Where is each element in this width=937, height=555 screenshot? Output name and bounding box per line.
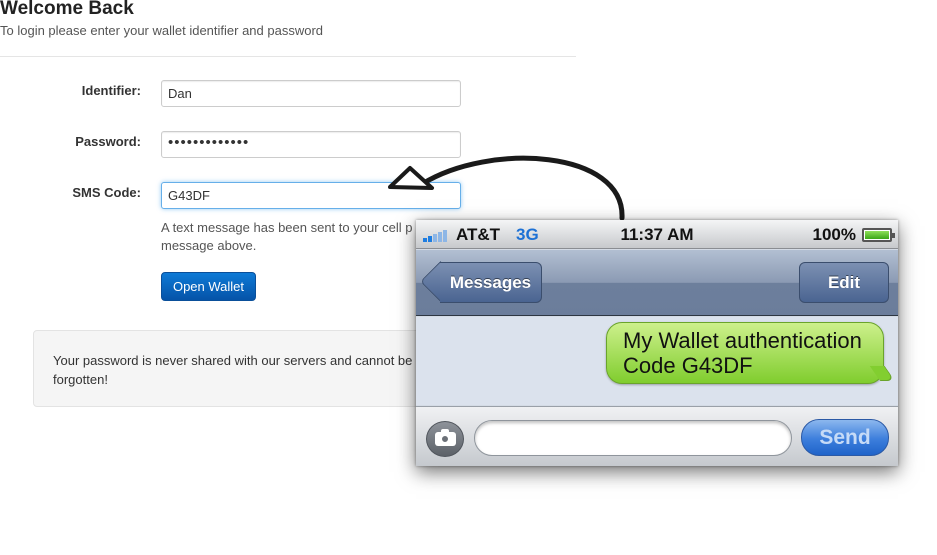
- conversation-area: My Wallet authentication Code G43DF: [416, 317, 898, 405]
- battery-icon: [862, 228, 895, 242]
- battery-percentage: 100%: [812, 225, 856, 244]
- message-input[interactable]: [474, 420, 792, 456]
- phone-screenshot: AT&T 3G 11:37 AM 100% Messages Edit My W…: [416, 220, 898, 466]
- camera-icon: [435, 429, 456, 446]
- identifier-label: Identifier:: [81, 83, 141, 98]
- security-note: Your password is never shared with our s…: [33, 330, 433, 407]
- messages-nav-bar: Messages Edit: [416, 250, 898, 316]
- battery-level: [865, 231, 889, 239]
- security-note-text: Your password is never shared with our s…: [53, 353, 413, 387]
- page-subtitle: To login please enter your wallet identi…: [0, 23, 324, 38]
- identifier-field[interactable]: Dan: [161, 80, 461, 107]
- open-wallet-button[interactable]: Open Wallet: [161, 272, 256, 301]
- divider: [0, 56, 576, 57]
- edit-button[interactable]: Edit: [799, 262, 889, 303]
- sms-code-label: SMS Code:: [72, 185, 141, 200]
- password-label: Password:: [75, 134, 141, 149]
- message-input-bar: Send: [416, 406, 898, 466]
- status-bar: AT&T 3G 11:37 AM 100%: [416, 220, 898, 249]
- message-bubble: My Wallet authentication Code G43DF: [606, 322, 884, 384]
- messages-back-button[interactable]: Messages: [440, 262, 542, 303]
- send-button[interactable]: Send: [801, 419, 889, 456]
- page-title: Welcome Back: [0, 0, 134, 19]
- camera-button[interactable]: [426, 421, 464, 457]
